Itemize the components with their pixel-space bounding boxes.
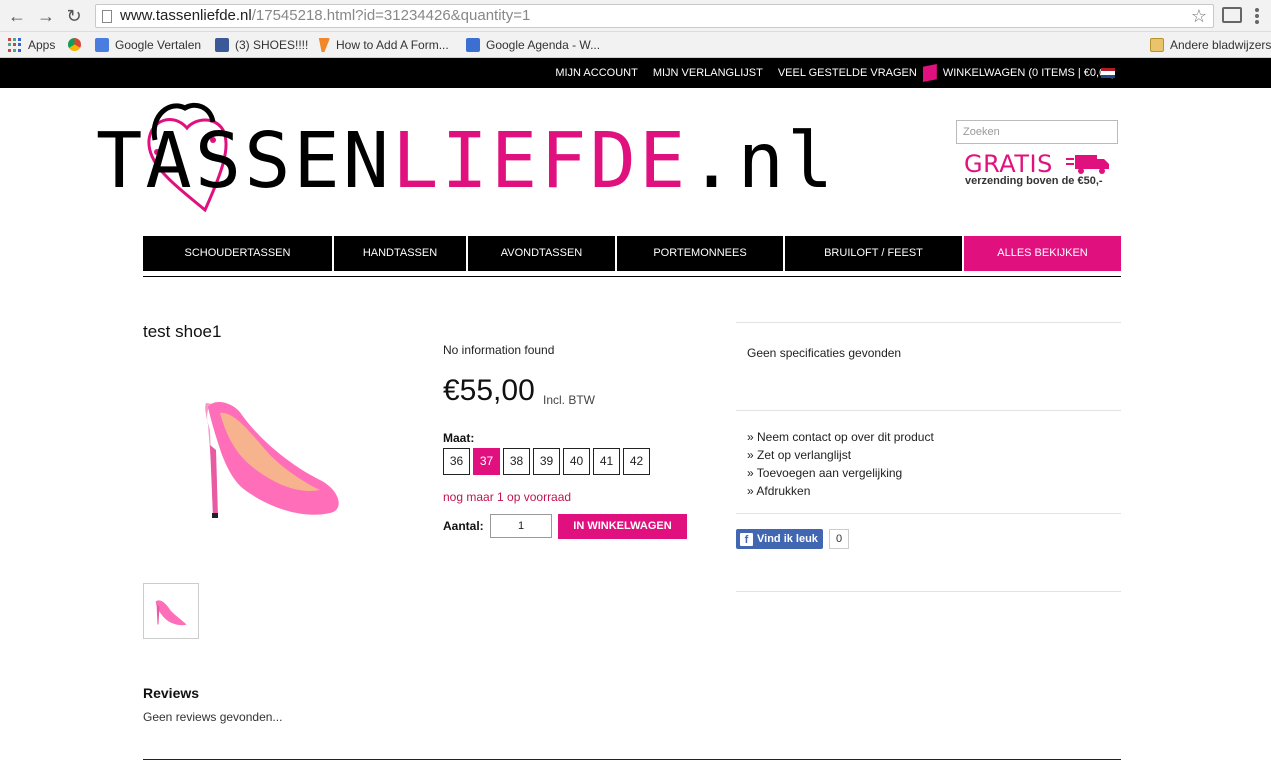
contact-link[interactable]: Neem contact op over dit product (747, 428, 934, 446)
nav-bruiloft-feest[interactable]: BRUILOFT / FEEST (785, 236, 962, 271)
product-price: €55,00 (443, 374, 535, 407)
site-logo-text[interactable]: TASSENLIEFDE.nl (96, 122, 836, 202)
size-option[interactable]: 36 (443, 448, 470, 475)
size-option-selected[interactable]: 37 (473, 448, 500, 475)
main-nav: SCHOUDERTASSEN HANDTASSEN AVONDTASSEN PO… (143, 236, 1121, 271)
print-link[interactable]: Afdrukken (747, 482, 934, 500)
divider (736, 410, 1121, 411)
free-shipping-subtitle: verzending boven de €50,- (965, 175, 1103, 187)
size-option[interactable]: 42 (623, 448, 650, 475)
divider (143, 276, 1121, 277)
nav-handtassen[interactable]: HANDTASSEN (334, 236, 466, 271)
logo-text-suffix: .nl (688, 117, 837, 206)
my-account-link[interactable]: MIJN ACCOUNT (555, 67, 638, 79)
nav-avondtassen[interactable]: AVONDTASSEN (468, 236, 615, 271)
facebook-like-widget: f Vind ik leuk 0 (736, 529, 850, 549)
bookmark-google-vertalen[interactable]: Google Vertalen (95, 36, 201, 54)
wishlist-link[interactable]: MIJN VERLANGLIJST (653, 67, 763, 79)
nav-portemonnees[interactable]: PORTEMONNEES (617, 236, 783, 271)
size-label: Maat: (443, 431, 475, 445)
size-option[interactable]: 41 (593, 448, 620, 475)
logo-text-pink: LIEFDE (392, 117, 689, 206)
menu-dots-icon[interactable] (1254, 6, 1260, 26)
size-option[interactable]: 40 (563, 448, 590, 475)
stock-note: nog maar 1 op voorraad (443, 490, 572, 504)
chrome-icon (68, 38, 81, 51)
nav-schoudertassen[interactable]: SCHOUDERTASSEN (143, 236, 332, 271)
specifications-text: Geen specificaties gevonden (747, 346, 902, 360)
bookmark-label: Google Agenda - W... (486, 38, 601, 52)
facebook-like-button[interactable]: f Vind ik leuk (736, 529, 823, 549)
reload-icon[interactable]: ↻ (63, 5, 85, 27)
size-option[interactable]: 38 (503, 448, 530, 475)
product-title: test shoe1 (143, 322, 222, 341)
divider (736, 591, 1121, 592)
search-input[interactable]: Zoeken (956, 120, 1118, 144)
quantity-label: Aantal: (443, 519, 484, 533)
quantity-input[interactable]: 1 (490, 514, 552, 538)
product-image[interactable] (180, 345, 370, 570)
bookmark-shoes[interactable]: (3) SHOES!!!! (215, 36, 308, 54)
bookmark-label: Apps (28, 38, 56, 52)
dutch-flag-icon[interactable] (1101, 68, 1115, 78)
reviews-text: Geen reviews gevonden... (143, 710, 283, 724)
size-selector: 36 37 38 39 40 41 42 (443, 448, 650, 475)
facebook-icon: f (740, 532, 753, 546)
tax-note: Incl. BTW (543, 393, 596, 407)
shopping-bag-icon (922, 64, 937, 82)
site-topbar: MIJN ACCOUNT MIJN VERLANGLIJST VEEL GEST… (0, 58, 1271, 88)
bookmark-icon (318, 38, 330, 52)
google-translate-icon (95, 38, 109, 52)
bookmark-chrome[interactable] (68, 36, 82, 54)
bookmark-label: Google Vertalen (115, 38, 202, 52)
star-icon[interactable]: ☆ (1191, 5, 1207, 27)
bookmark-label: How to Add A Form... (336, 38, 449, 52)
product-actions: Neem contact op over dit product Zet op … (747, 428, 934, 500)
product-info: No information found (443, 343, 555, 357)
bookmark-other[interactable]: Andere bladwijzers (1150, 36, 1271, 54)
divider (736, 513, 1121, 514)
faq-link[interactable]: VEEL GESTELDE VRAGEN (778, 67, 917, 79)
cart-link[interactable]: WINKELWAGEN (0 ITEMS | €0,00) (943, 67, 1115, 79)
size-option[interactable]: 39 (533, 448, 560, 475)
facebook-icon (215, 38, 229, 52)
wishlist-add-link[interactable]: Zet op verlanglijst (747, 446, 934, 464)
product-thumbnail[interactable] (143, 583, 199, 639)
bookmark-how-to-add-form[interactable]: How to Add A Form... (316, 36, 449, 54)
bookmark-google-agenda[interactable]: Google Agenda - W... (466, 36, 600, 54)
browser-toolbar: ← → ↻ www.tassenliefde.nl/17545218.html?… (0, 0, 1271, 32)
bookmark-apps[interactable]: Apps (8, 36, 55, 54)
nav-alles-bekijken[interactable]: ALLES BEKIJKEN (964, 236, 1121, 271)
facebook-like-label: Vind ik leuk (757, 533, 818, 545)
url-host: www.tassenliefde.nl (120, 7, 252, 24)
add-to-cart-button[interactable]: IN WINKELWAGEN (558, 514, 687, 539)
compare-link[interactable]: Toevoegen aan vergelijking (747, 464, 934, 482)
logo-text-black: TASSEN (96, 117, 393, 206)
divider (143, 759, 1121, 760)
calendar-icon (466, 38, 480, 52)
folder-icon (1150, 38, 1164, 52)
divider (736, 322, 1121, 323)
address-bar[interactable]: www.tassenliefde.nl/17545218.html?id=312… (95, 4, 1214, 28)
thumbnail-shoe-image (155, 600, 187, 626)
back-arrow-icon[interactable]: ← (6, 5, 28, 27)
facebook-like-count: 0 (828, 529, 850, 549)
reviews-heading: Reviews (143, 685, 200, 701)
forward-arrow-icon[interactable]: → (35, 5, 57, 27)
url-path: /17545218.html?id=31234426&quantity=1 (251, 7, 531, 24)
apps-grid-icon (8, 38, 22, 52)
cast-icon[interactable] (1222, 7, 1242, 23)
delivery-truck-icon (1066, 155, 1109, 174)
page-icon (102, 10, 112, 23)
free-shipping-title: GRATIS (964, 150, 1053, 178)
bookmark-label: Andere bladwijzers (1170, 38, 1271, 52)
bookmark-label: (3) SHOES!!!! (235, 38, 309, 52)
bookmarks-bar: Apps Google Vertalen (3) SHOES!!!! How t… (0, 32, 1271, 58)
